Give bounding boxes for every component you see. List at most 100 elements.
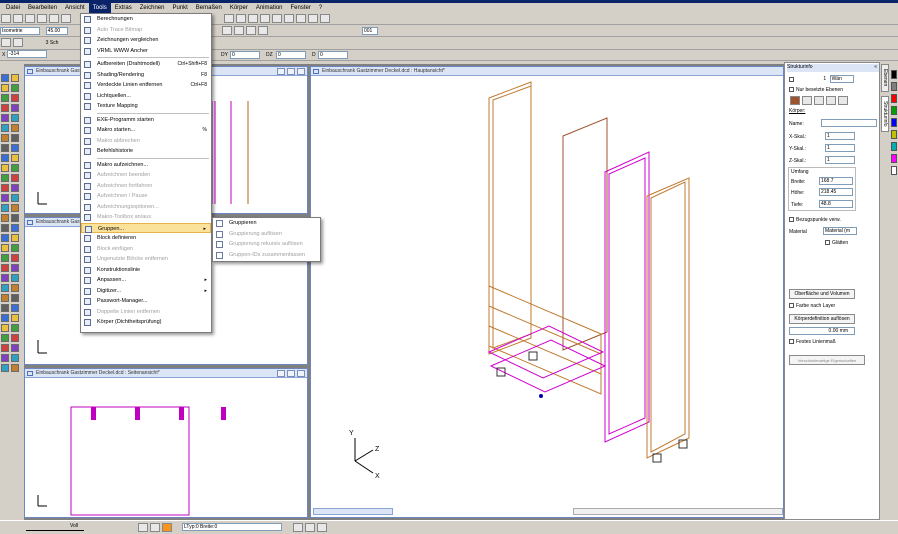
tools-menu-item[interactable]: Aufbereiten (Drahtmodell) Ctrl+Shift+F8 bbox=[81, 59, 211, 70]
tools-menu-item[interactable]: Berechnungen bbox=[81, 14, 211, 25]
draw-tool-icon[interactable] bbox=[1, 344, 9, 352]
draw-tool-icon[interactable] bbox=[11, 324, 19, 332]
palette-color-swatch[interactable] bbox=[891, 118, 897, 127]
layer-select[interactable]: Wän bbox=[829, 75, 854, 83]
ltyp-field[interactable]: LTyp:0 Breite:0 bbox=[182, 523, 282, 531]
draw-tool-icon[interactable] bbox=[11, 314, 19, 322]
palette-color-swatch[interactable] bbox=[891, 82, 897, 91]
menu-bearbeiten[interactable]: Bearbeiten bbox=[24, 3, 61, 13]
d-field[interactable]: 0 bbox=[318, 51, 348, 59]
coord-x-field[interactable]: -314 bbox=[7, 50, 48, 58]
draw-tool-icon[interactable] bbox=[11, 94, 19, 102]
draw-tool-icon[interactable] bbox=[11, 164, 19, 172]
minimize-icon[interactable] bbox=[277, 68, 285, 75]
draw-tool-icon[interactable] bbox=[1, 274, 9, 282]
tab-ebenen[interactable]: Ebenen bbox=[881, 64, 889, 92]
draw-tool-icon[interactable] bbox=[1, 174, 9, 182]
body-type-icon[interactable] bbox=[802, 96, 812, 105]
pencil-icon[interactable] bbox=[1, 38, 11, 47]
page-icon[interactable] bbox=[61, 14, 71, 23]
farbe-row[interactable]: Farbe nach Layer bbox=[789, 303, 835, 309]
tools-menu-item[interactable]: Makro abbrechen bbox=[81, 136, 211, 147]
palette-color-swatch[interactable] bbox=[891, 106, 897, 115]
draw-tool-icon[interactable] bbox=[11, 104, 19, 112]
gruppen-menu-item[interactable]: Gruppierung auflösen bbox=[213, 229, 320, 240]
dz-field[interactable]: 0 bbox=[276, 51, 306, 59]
tools-menu-item[interactable]: Doppelte Linien entfernen bbox=[81, 307, 211, 318]
snap-status-icon[interactable] bbox=[293, 523, 303, 532]
draw-tool-icon[interactable] bbox=[11, 274, 19, 282]
close-icon[interactable] bbox=[297, 370, 305, 377]
menu-körper[interactable]: Körper bbox=[226, 3, 252, 13]
draw-tool-icon[interactable] bbox=[1, 104, 9, 112]
draw-tool-icon[interactable] bbox=[11, 234, 19, 242]
draw-tool-icon[interactable] bbox=[11, 134, 19, 142]
move-icon[interactable] bbox=[234, 26, 245, 35]
tools-menu-item[interactable]: Aufzeichnen / Pause bbox=[81, 191, 211, 202]
draw-tool-icon[interactable] bbox=[1, 214, 9, 222]
draw-tool-icon[interactable] bbox=[11, 304, 19, 312]
draw-tool-icon[interactable] bbox=[1, 184, 9, 192]
help-icon[interactable] bbox=[320, 14, 331, 23]
tools-menu-item[interactable]: Gruppen... ▸ bbox=[81, 222, 211, 233]
font-icon[interactable] bbox=[150, 523, 160, 532]
breite-field[interactable]: 168.7 bbox=[819, 177, 853, 185]
draw-tool-icon[interactable] bbox=[1, 84, 9, 92]
tools-menu-item[interactable]: Block definieren bbox=[81, 233, 211, 244]
surface-volume-button[interactable]: Oberfläche und Volumen bbox=[789, 289, 855, 299]
s-icon[interactable] bbox=[305, 523, 315, 532]
draw-tool-icon[interactable] bbox=[11, 214, 19, 222]
tools-menu-item[interactable]: Körper (Dichtheitsprüfung) bbox=[81, 317, 211, 328]
draw-tool-icon[interactable] bbox=[11, 184, 19, 192]
angle-field[interactable]: 45.00 bbox=[45, 26, 68, 35]
tools-menu-item[interactable]: Lichtquellen... bbox=[81, 91, 211, 102]
close-icon[interactable] bbox=[297, 68, 305, 75]
save-icon[interactable] bbox=[25, 14, 35, 23]
crosshair-icon[interactable] bbox=[258, 26, 269, 35]
bezugspunkte-checkbox[interactable] bbox=[789, 217, 794, 223]
gruppen-menu-item[interactable]: Gruppieren bbox=[213, 218, 320, 229]
draw-tool-icon[interactable] bbox=[11, 294, 19, 302]
palette-color-swatch[interactable] bbox=[891, 166, 897, 175]
draw-tool-icon[interactable] bbox=[11, 254, 19, 262]
draw-tool-icon[interactable] bbox=[1, 154, 9, 162]
palette-icon[interactable] bbox=[838, 96, 848, 105]
tools-menu-item[interactable]: Befehlshistorie bbox=[81, 146, 211, 157]
feste-row[interactable]: Festes Linienmaß bbox=[789, 339, 836, 345]
palette-color-swatch[interactable] bbox=[891, 70, 897, 79]
draw-tool-icon[interactable] bbox=[11, 364, 19, 372]
material-select[interactable]: Material (m bbox=[823, 227, 857, 235]
menu-datei[interactable]: Datei bbox=[2, 3, 24, 13]
draw-tool-icon[interactable] bbox=[1, 74, 9, 82]
tools-menu-item[interactable]: Shading/Rendering F8 bbox=[81, 70, 211, 81]
draw-tool-icon[interactable] bbox=[11, 264, 19, 272]
fill-color-icon[interactable] bbox=[162, 523, 172, 532]
menu-tools[interactable]: Tools bbox=[88, 3, 111, 13]
minimize-icon[interactable] bbox=[277, 370, 285, 377]
farbe-checkbox[interactable] bbox=[789, 303, 794, 309]
dy-field[interactable]: 0 bbox=[230, 51, 260, 59]
open-file-icon[interactable] bbox=[13, 14, 23, 23]
draw-tool-icon[interactable] bbox=[11, 194, 19, 202]
panel-close-icon[interactable]: « bbox=[874, 64, 877, 70]
tools-menu-item[interactable]: Makro-Toolbox an/aus bbox=[81, 212, 211, 223]
bezugspunkte-row[interactable]: Bezugspunkte verw. bbox=[789, 217, 841, 223]
dxf-field[interactable]: 001 bbox=[362, 27, 378, 35]
draw-tool-icon[interactable] bbox=[11, 174, 19, 182]
tab-strukturinfo[interactable]: Strukturinfo bbox=[881, 96, 889, 132]
draw-tool-icon[interactable] bbox=[11, 284, 19, 292]
draw-tool-icon[interactable] bbox=[1, 124, 9, 132]
snap-icon[interactable] bbox=[236, 14, 247, 23]
tools-menu-item[interactable]: Digitizer... ▸ bbox=[81, 286, 211, 297]
draw-tool-icon[interactable] bbox=[1, 254, 9, 262]
layer-icon[interactable] bbox=[284, 14, 295, 23]
draw-tool-icon[interactable] bbox=[11, 144, 19, 152]
sphere-icon[interactable] bbox=[814, 96, 824, 105]
tools-menu-item[interactable]: VRML WWW Ancher bbox=[81, 46, 211, 57]
draw-tool-icon[interactable] bbox=[1, 224, 9, 232]
tools-menu-item[interactable]: Passwort-Manager... bbox=[81, 296, 211, 307]
draw-tool-icon[interactable] bbox=[11, 114, 19, 122]
tools-menu-item[interactable]: Anpassen... ▸ bbox=[81, 275, 211, 286]
select-icon[interactable] bbox=[272, 14, 283, 23]
draw-tool-icon[interactable] bbox=[1, 294, 9, 302]
